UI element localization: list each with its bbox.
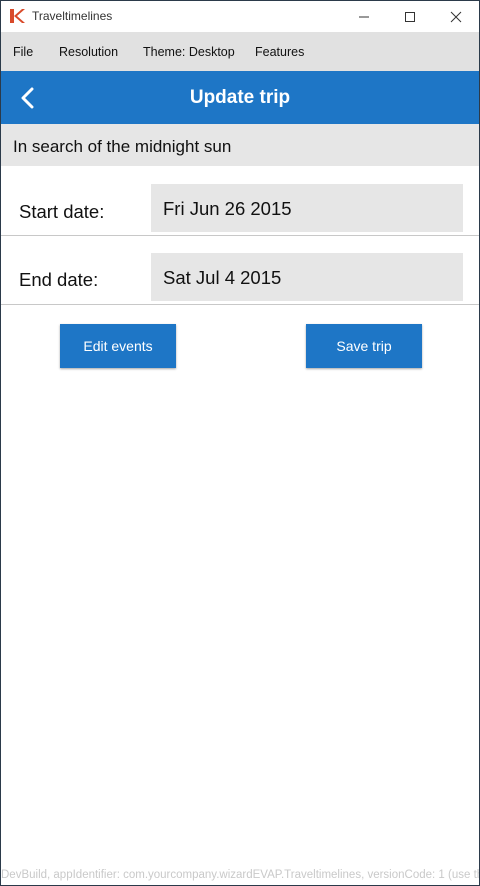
end-date-row: End date: Sat Jul 4 2015 — [1, 236, 479, 304]
app-logo-icon — [10, 9, 25, 23]
save-trip-button[interactable]: Save trip — [306, 324, 422, 368]
menu-resolution[interactable]: Resolution — [59, 45, 118, 59]
start-date-value: Fri Jun 26 2015 — [163, 198, 292, 219]
title-bar[interactable]: Traveltimelines — [1, 1, 479, 32]
end-date-field[interactable]: Sat Jul 4 2015 — [151, 253, 463, 301]
menu-features[interactable]: Features — [255, 45, 304, 59]
close-icon — [450, 11, 462, 22]
divider — [1, 304, 479, 305]
minimize-button[interactable] — [341, 1, 387, 32]
trip-name: In search of the midnight sun — [13, 137, 232, 156]
maximize-button[interactable] — [387, 1, 433, 32]
menu-file[interactable]: File — [13, 45, 33, 59]
app-bar: Update trip — [1, 71, 479, 124]
start-date-field[interactable]: Fri Jun 26 2015 — [151, 184, 463, 232]
edit-events-button[interactable]: Edit events — [60, 324, 176, 368]
page-title: Update trip — [189, 87, 291, 108]
trip-name-bar: In search of the midnight sun — [1, 124, 479, 166]
start-date-row: Start date: Fri Jun 26 2015 — [1, 166, 479, 236]
end-date-label: End date: — [19, 269, 99, 290]
build-info-footer: DevBuild, appIdentifier: com.yourcompany… — [1, 869, 479, 881]
maximize-icon — [405, 11, 415, 22]
start-date-label: Start date: — [19, 201, 105, 222]
menu-bar: File Resolution Theme: Desktop Features — [1, 32, 479, 71]
close-button[interactable] — [433, 1, 479, 32]
window-title: Traveltimelines — [32, 9, 113, 23]
minimize-icon — [359, 16, 369, 17]
menu-theme[interactable]: Theme: Desktop — [143, 45, 235, 59]
app-window: Traveltimelines File Resolution Theme: D… — [0, 0, 480, 886]
end-date-value: Sat Jul 4 2015 — [163, 267, 282, 288]
